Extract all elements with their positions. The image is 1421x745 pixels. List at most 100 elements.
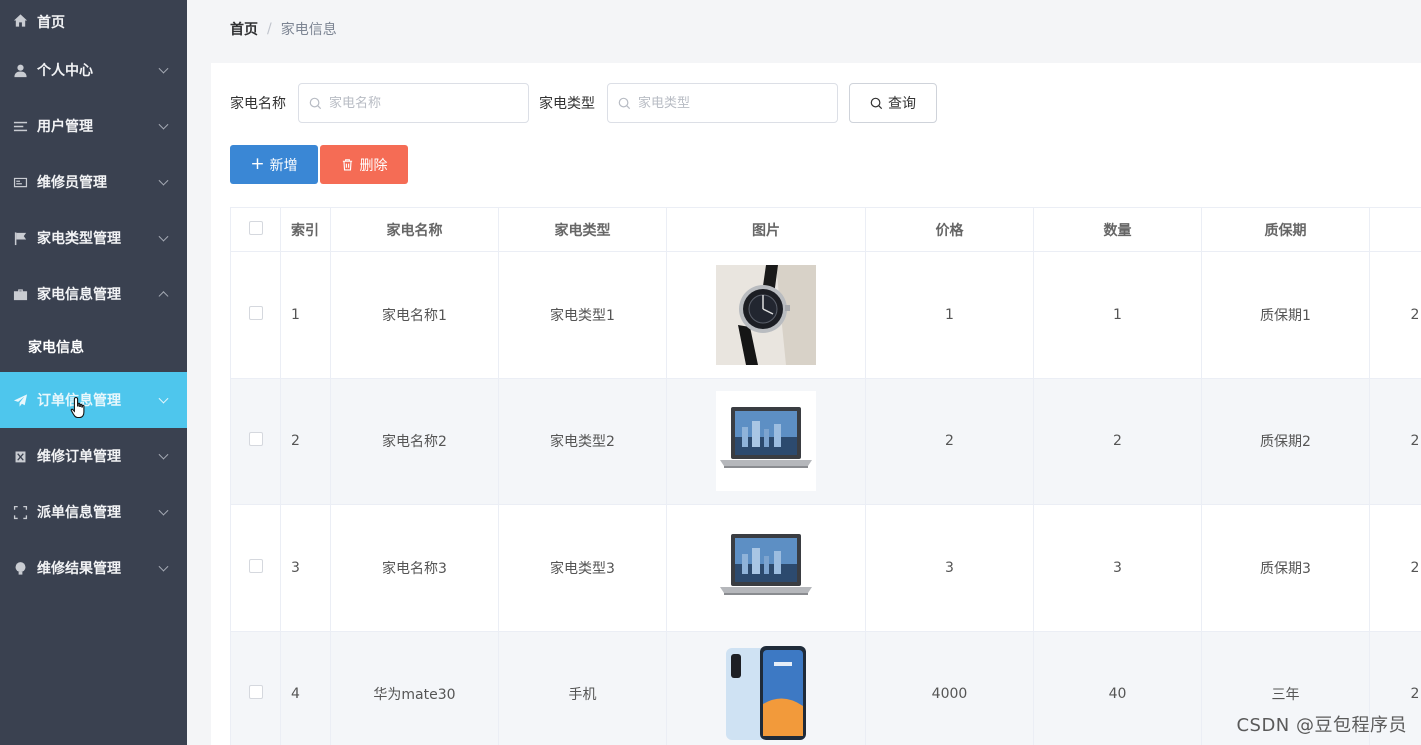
chevron-down-icon	[158, 393, 169, 404]
breadcrumb-separator: /	[267, 21, 272, 37]
row-select-cell	[230, 504, 281, 632]
cell-index: 2	[280, 377, 331, 505]
briefcase-icon	[12, 286, 28, 302]
plus-icon: +	[250, 154, 265, 174]
user-icon	[12, 62, 28, 78]
cell-name: 家电名称2	[330, 377, 499, 505]
cell-quantity: 3	[1033, 504, 1202, 632]
cell-price: 1	[865, 251, 1034, 379]
breadcrumb-current: 家电信息	[280, 22, 337, 38]
sidebar-item-label: 首页	[37, 15, 65, 31]
sidebar-item-repairman-management[interactable]: 维修员管理	[0, 154, 187, 210]
search-icon	[309, 97, 322, 109]
add-button-label: 新增	[269, 157, 298, 174]
cell-name: 华为mate30	[330, 630, 499, 745]
row-checkbox[interactable]	[248, 685, 263, 700]
column-header-type: 家电类型	[498, 207, 667, 252]
watch-image	[716, 264, 816, 365]
column-header-image: 图片	[666, 207, 866, 252]
column-header-more	[1369, 207, 1421, 252]
row-checkbox[interactable]	[248, 432, 263, 447]
chevron-down-icon	[158, 561, 169, 572]
frame-icon	[12, 504, 28, 520]
breadcrumb-home[interactable]: 首页	[230, 19, 258, 39]
cell-more: 2	[1369, 504, 1421, 632]
sidebar-item-label: 家电信息管理	[37, 287, 121, 303]
name-search-input[interactable]	[329, 95, 509, 111]
chevron-down-icon	[158, 231, 169, 242]
sidebar-item-personal-center[interactable]: 个人中心	[0, 42, 187, 98]
chevron-down-icon	[158, 63, 169, 74]
name-search-label: 家电名称	[230, 96, 286, 112]
select-all-cell	[230, 207, 281, 252]
sidebar-item-label: 派单信息管理	[37, 505, 121, 521]
chevron-down-icon	[158, 505, 169, 516]
action-buttons: + 新增 删除	[230, 145, 408, 184]
add-button[interactable]: + 新增	[230, 145, 318, 184]
type-search-input[interactable]	[638, 95, 818, 111]
sidebar-item-appliance-type-management[interactable]: 家电类型管理	[0, 210, 187, 266]
chevron-down-icon	[158, 449, 169, 460]
sidebar-item-home[interactable]: 首页	[0, 0, 187, 42]
sidebar-item-user-management[interactable]: 用户管理	[0, 98, 187, 154]
sidebar-item-label: 维修订单管理	[37, 449, 121, 465]
cell-index: 4	[280, 630, 331, 745]
chevron-down-icon	[158, 119, 169, 130]
sidebar-item-label: 用户管理	[37, 119, 93, 135]
query-button[interactable]: 查询	[849, 83, 937, 123]
cell-warranty: 质保期3	[1201, 504, 1370, 632]
select-all-checkbox[interactable]	[248, 220, 263, 235]
cell-name: 家电名称1	[330, 251, 499, 379]
column-header-index: 索引	[280, 207, 331, 252]
cell-image	[666, 377, 866, 505]
column-header-name: 家电名称	[330, 207, 499, 252]
content-panel: 家电名称 家电类型 查询 + 新增 删除	[211, 63, 1421, 745]
type-search-label: 家电类型	[539, 96, 595, 112]
type-search-field[interactable]	[607, 83, 838, 123]
delete-button[interactable]: 删除	[320, 145, 408, 184]
sidebar-item-appliance-info-management[interactable]: 家电信息管理	[0, 266, 187, 322]
cell-more: 2	[1369, 377, 1421, 505]
sidebar-item-order-info-management[interactable]: 订单信息管理	[0, 372, 187, 428]
sidebar: 首页 个人中心 用户管理 维修员管理 家电类型管理 家电信息管理 家电信息 订单…	[0, 0, 187, 745]
row-checkbox[interactable]	[248, 305, 263, 320]
search-bar: 家电名称 家电类型 查询	[230, 83, 937, 123]
query-button-label: 查询	[888, 96, 916, 112]
flag-icon	[12, 230, 28, 246]
laptop-image	[716, 517, 816, 618]
cell-warranty: 质保期1	[1201, 251, 1370, 379]
cell-type: 手机	[498, 630, 667, 745]
sidebar-item-label: 个人中心	[37, 63, 93, 79]
cell-image	[666, 630, 866, 745]
sidebar-item-label: 家电类型管理	[37, 231, 121, 247]
sidebar-subitem-label: 家电信息	[28, 340, 84, 356]
row-select-cell	[230, 251, 281, 379]
hand-cursor-icon	[70, 396, 85, 419]
watermark: CSDN @豆包程序员	[1236, 715, 1407, 736]
cell-price: 2	[865, 377, 1034, 505]
sidebar-item-repair-result-management[interactable]: 维修结果管理	[0, 540, 187, 596]
cell-type: 家电类型2	[498, 377, 667, 505]
delete-button-label: 删除	[359, 157, 388, 174]
sidebar-subitem-appliance-info[interactable]: 家电信息	[0, 322, 187, 372]
cell-type: 家电类型1	[498, 251, 667, 379]
cell-more: 2	[1369, 251, 1421, 379]
column-header-price: 价格	[865, 207, 1034, 252]
table-row: 3 家电名称3 家电类型3 3 3 质保期3 2	[230, 504, 1421, 632]
sidebar-item-repair-order-management[interactable]: 维修订单管理	[0, 428, 187, 484]
name-search-field[interactable]	[298, 83, 529, 123]
sidebar-item-dispatch-info-management[interactable]: 派单信息管理	[0, 484, 187, 540]
row-checkbox[interactable]	[248, 558, 263, 573]
cell-price: 4000	[865, 630, 1034, 745]
appliance-table: 索引 家电名称 家电类型 图片 价格 数量 质保期 1 家电名称1 家电类型1 …	[230, 207, 1421, 745]
cell-index: 3	[280, 504, 331, 632]
search-icon	[870, 97, 883, 109]
clipboard-icon	[12, 448, 28, 464]
laptop-image	[716, 391, 816, 492]
home-icon	[12, 12, 28, 28]
search-icon	[618, 97, 631, 109]
column-header-warranty: 质保期	[1201, 207, 1370, 252]
table-header-row: 索引 家电名称 家电类型 图片 价格 数量 质保期	[230, 207, 1421, 252]
column-header-quantity: 数量	[1033, 207, 1202, 252]
table-row: 2 家电名称2 家电类型2 2 2 质保期2 2	[230, 377, 1421, 505]
